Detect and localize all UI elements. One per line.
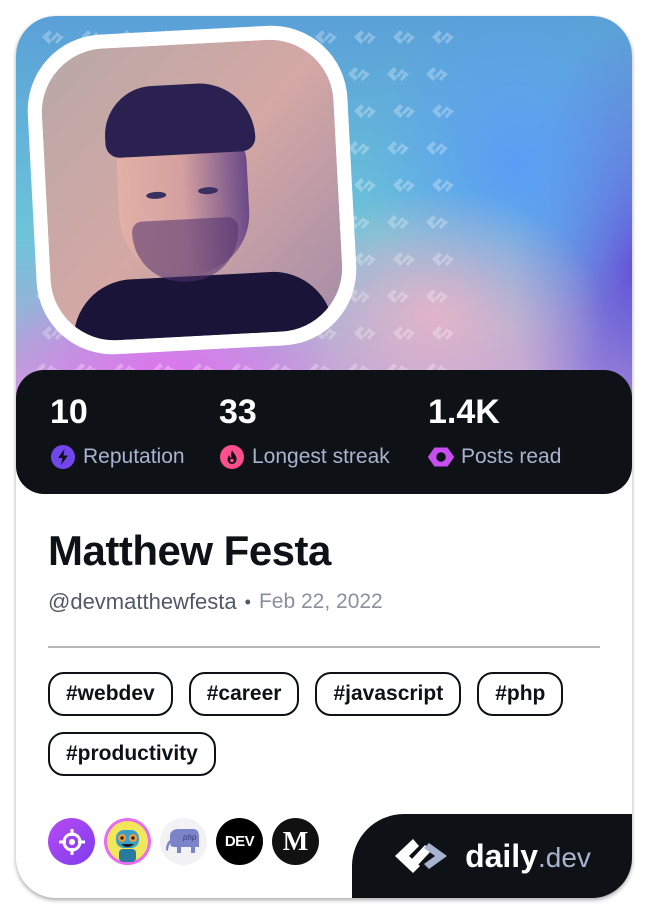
tag-chip[interactable]: #php <box>477 672 564 716</box>
pattern-logo-mark <box>393 30 415 44</box>
dev-logo-icon: DEV <box>224 833 255 850</box>
tag-chip[interactable]: #career <box>188 672 300 716</box>
brand-tld: .dev <box>537 841 591 873</box>
pattern-logo-mark <box>354 252 376 266</box>
pattern-logo-mark <box>432 104 454 118</box>
stat-label: Reputation <box>83 445 185 468</box>
pattern-logo-mark <box>42 30 64 44</box>
php-elephant-icon: php <box>165 828 199 853</box>
pattern-logo-mark <box>354 178 376 192</box>
pattern-logo-mark <box>426 67 448 81</box>
pattern-logo-mark <box>432 252 454 266</box>
hero-background <box>16 16 632 416</box>
avatar-shirt <box>70 268 335 344</box>
stat-value: 1.4K <box>428 393 500 431</box>
tag-chip[interactable]: #javascript <box>315 672 462 716</box>
pattern-logo-mark <box>387 289 409 303</box>
joined-date: Feb 22, 2022 <box>258 590 383 613</box>
source-php[interactable]: php <box>160 818 207 865</box>
source-dev-to[interactable]: DEV <box>216 818 263 865</box>
pattern-logo-mark <box>348 141 370 155</box>
pattern-logo-mark <box>426 141 448 155</box>
stat-reputation: 10 Reputation <box>50 392 185 470</box>
pattern-logo-mark <box>354 30 376 44</box>
stats-bar: 10 Reputation 33 Longest streak 1.4K Pos… <box>16 370 632 494</box>
stat-label: Posts read <box>461 445 562 468</box>
robot-avatar-icon <box>107 821 148 862</box>
flame-icon <box>220 445 244 469</box>
stat-label: Longest streak <box>252 445 390 468</box>
pattern-logo-mark <box>354 104 376 118</box>
pattern-logo-mark <box>393 252 415 266</box>
svg-text:php: php <box>182 833 197 842</box>
separator-dot: • <box>244 592 251 612</box>
stat-longest-streak: 33 Longest streak <box>219 392 390 470</box>
profile-handle: @devmatthewfesta <box>48 589 237 614</box>
pattern-logo-mark <box>432 178 454 192</box>
pattern-logo-mark <box>387 141 409 155</box>
stat-posts-read: 1.4K Posts read <box>428 392 561 470</box>
ring-icon <box>428 447 454 467</box>
pattern-logo-mark <box>432 326 454 340</box>
divider <box>48 646 600 648</box>
pattern-logo-mark <box>426 215 448 229</box>
stat-value: 33 <box>219 393 257 431</box>
pattern-logo-mark <box>387 67 409 81</box>
pattern-logo-mark <box>426 289 448 303</box>
profile-meta: @devmatthewfesta • Feb 22, 2022 <box>48 588 600 616</box>
pattern-logo-mark <box>348 67 370 81</box>
source-target[interactable] <box>48 818 95 865</box>
avatar-hair <box>102 80 257 159</box>
pattern-logo-mark <box>387 215 409 229</box>
lightning-bolt-icon <box>51 445 75 469</box>
medium-logo-icon: M <box>282 826 309 856</box>
pattern-logo-mark <box>393 326 415 340</box>
brand-name: daily <box>465 837 538 874</box>
daily-dev-logo-icon <box>395 839 448 873</box>
avatar-frame <box>23 21 361 359</box>
source-robot[interactable] <box>104 818 151 865</box>
pattern-logo-mark <box>393 104 415 118</box>
tag-list: #webdev #career #javascript #php #produc… <box>48 672 608 776</box>
pattern-logo-mark <box>432 30 454 44</box>
devcard: 10 Reputation 33 Longest streak 1.4K Pos… <box>16 16 632 898</box>
profile-body: Matthew Festa @devmatthewfesta • Feb 22,… <box>48 526 600 776</box>
profile-name: Matthew Festa <box>48 527 331 574</box>
brand-wordmark: daily.dev <box>465 838 591 875</box>
brand-badge: daily.dev <box>352 814 632 898</box>
source-medium[interactable]: M <box>272 818 319 865</box>
source-list: php DEV M <box>48 818 319 865</box>
crosshair-icon <box>58 828 85 855</box>
pattern-logo-mark <box>393 178 415 192</box>
avatar <box>38 36 346 344</box>
stat-value: 10 <box>50 393 88 431</box>
tag-chip[interactable]: #productivity <box>48 732 216 776</box>
pattern-logo-mark <box>354 326 376 340</box>
tag-chip[interactable]: #webdev <box>48 672 173 716</box>
